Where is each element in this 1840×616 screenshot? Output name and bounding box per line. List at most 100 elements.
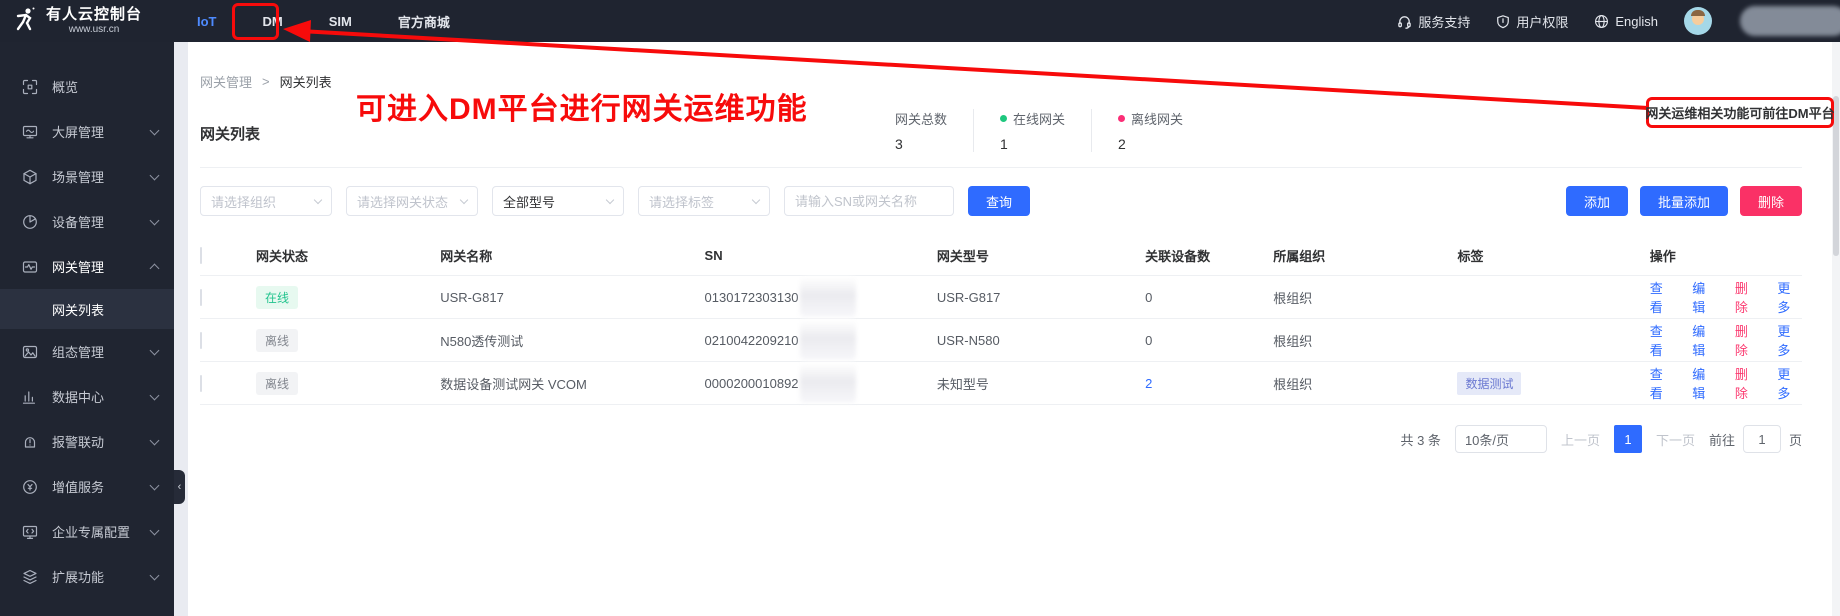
nav-sim[interactable]: SIM <box>306 0 375 42</box>
model-select[interactable]: 全部型号 <box>492 186 624 216</box>
topbar-right: 服务支持 用户权限 English <box>1397 6 1840 36</box>
row-checkbox[interactable] <box>200 375 202 392</box>
sidebar-gutter <box>174 42 188 616</box>
sidebar-item-device[interactable]: 设备管理 <box>0 199 174 244</box>
add-button[interactable]: 添加 <box>1566 186 1628 216</box>
sidebar-item-scene[interactable]: 场景管理 <box>0 154 174 199</box>
chevron-down-icon <box>150 525 160 535</box>
select-all-checkbox[interactable] <box>200 247 202 264</box>
gateway-name: N580透传测试 <box>440 331 704 350</box>
chevron-down-icon <box>150 480 160 490</box>
more-link[interactable]: 更多 <box>1777 278 1802 316</box>
col-name: 网关名称 <box>440 246 704 265</box>
view-link[interactable]: 查看 <box>1650 278 1675 316</box>
online-dot-icon <box>1000 115 1007 122</box>
sidebar-item-extension[interactable]: 扩展功能 <box>0 554 174 599</box>
sidebar-item-overview[interactable]: 概览 <box>0 64 174 109</box>
stat-online-value: 1 <box>1000 136 1065 152</box>
batch-add-button[interactable]: 批量添加 <box>1640 186 1728 216</box>
breadcrumb-current: 网关列表 <box>280 72 332 91</box>
page-size-select[interactable]: 10条/页 <box>1455 425 1547 453</box>
sidebar-item-gateway[interactable]: 网关管理 <box>0 244 174 289</box>
tag-select-placeholder: 请选择标签 <box>649 192 714 211</box>
app-title: 有人云控制台 <box>46 7 142 24</box>
row-checkbox[interactable] <box>200 332 202 349</box>
gateway-org: 根组织 <box>1273 331 1457 350</box>
sn-censored <box>800 363 856 403</box>
current-page-button[interactable]: 1 <box>1614 425 1642 453</box>
headset-icon <box>1397 14 1412 29</box>
scrollbar-thumb[interactable] <box>1833 96 1839 256</box>
nav-dm[interactable]: DM <box>240 0 306 42</box>
topbar: 有人云控制台 www.usr.cn IoT DM SIM 官方商城 服务支持 <box>0 0 1840 42</box>
sidebar-item-label: 报警联动 <box>52 432 104 451</box>
tag-select[interactable]: 请选择标签 <box>638 186 770 216</box>
stat-online-label: 在线网关 <box>1013 109 1065 128</box>
edit-link[interactable]: 编辑 <box>1692 278 1717 316</box>
view-link[interactable]: 查看 <box>1650 321 1675 359</box>
breadcrumb-parent[interactable]: 网关管理 <box>200 72 252 91</box>
section-divider <box>200 167 1802 168</box>
sidebar-item-label: 场景管理 <box>52 167 104 186</box>
status-badge: 离线 <box>256 329 298 352</box>
service-support-link[interactable]: 服务支持 <box>1397 12 1470 31</box>
language-switch[interactable]: English <box>1594 14 1658 29</box>
more-link[interactable]: 更多 <box>1777 364 1802 402</box>
delete-link[interactable]: 删除 <box>1735 278 1760 316</box>
sidebar-item-enterprise-config[interactable]: 企业专属配置 <box>0 509 174 554</box>
scada-icon <box>22 344 38 360</box>
sidebar-item-label: 扩展功能 <box>52 567 104 586</box>
sidebar-item-value-added[interactable]: 增值服务 <box>0 464 174 509</box>
device-count-link[interactable]: 2 <box>1145 376 1152 391</box>
model-select-value: 全部型号 <box>503 192 555 211</box>
status-select[interactable]: 请选择网关状态 <box>346 186 478 216</box>
scrollbar-track <box>1832 42 1840 616</box>
scene-icon <box>22 169 38 185</box>
table-row: 在线 USR-G817 0130172303130 USR-G817 0 根组织… <box>200 276 1802 319</box>
enterprise-icon <box>22 524 38 540</box>
sidebar-subitem-gateway-list[interactable]: 网关列表 <box>0 289 174 329</box>
sidebar-item-label: 企业专属配置 <box>52 522 130 541</box>
logo[interactable]: 有人云控制台 www.usr.cn <box>0 6 174 37</box>
chevron-down-icon <box>460 195 468 203</box>
goto-page-input[interactable] <box>1743 425 1781 453</box>
prev-page-button[interactable]: 上一页 <box>1561 430 1600 449</box>
sidebar-item-scada[interactable]: 组态管理 <box>0 329 174 374</box>
gateway-name: 数据设备测试网关 VCOM <box>440 374 704 393</box>
gateway-name: USR-G817 <box>440 290 704 305</box>
stat-offline: 离线网关 2 <box>1118 109 1209 152</box>
sidebar-item-alarm[interactable]: 报警联动 <box>0 419 174 464</box>
search-input[interactable] <box>784 186 954 216</box>
sidebar-item-data-center[interactable]: 数据中心 <box>0 374 174 419</box>
more-link[interactable]: 更多 <box>1777 321 1802 359</box>
sidebar-item-label: 概览 <box>52 77 78 96</box>
delete-link[interactable]: 删除 <box>1735 321 1760 359</box>
chevron-down-icon <box>150 570 160 580</box>
sidebar-item-label: 增值服务 <box>52 477 104 496</box>
gateway-sn: 0000200010892 <box>705 376 799 391</box>
sidebar-item-label: 设备管理 <box>52 212 104 231</box>
status-select-placeholder: 请选择网关状态 <box>357 192 448 211</box>
nav-iot[interactable]: IoT <box>174 0 240 42</box>
gateway-model: USR-G817 <box>937 290 1145 305</box>
stat-online: 在线网关 1 <box>1000 109 1092 152</box>
edit-link[interactable]: 编辑 <box>1692 364 1717 402</box>
sidebar-collapse-handle[interactable]: ‹ <box>174 470 185 504</box>
query-button[interactable]: 查询 <box>968 186 1030 216</box>
view-link[interactable]: 查看 <box>1650 364 1675 402</box>
edit-link[interactable]: 编辑 <box>1692 321 1717 359</box>
row-checkbox[interactable] <box>200 289 202 306</box>
delete-link[interactable]: 删除 <box>1735 364 1760 402</box>
sn-censored <box>800 277 856 317</box>
gateway-model: USR-N580 <box>937 333 1145 348</box>
language-label: English <box>1615 14 1658 29</box>
next-page-button[interactable]: 下一页 <box>1656 430 1695 449</box>
overview-icon <box>22 79 38 95</box>
org-select[interactable]: 请选择组织 <box>200 186 332 216</box>
nav-shop[interactable]: 官方商城 <box>375 0 473 42</box>
sidebar-item-bigscreen[interactable]: 大屏管理 <box>0 109 174 154</box>
delete-button[interactable]: 删除 <box>1740 186 1802 216</box>
status-badge: 在线 <box>256 286 298 309</box>
avatar[interactable] <box>1684 7 1712 35</box>
user-rights-link[interactable]: 用户权限 <box>1496 12 1568 31</box>
